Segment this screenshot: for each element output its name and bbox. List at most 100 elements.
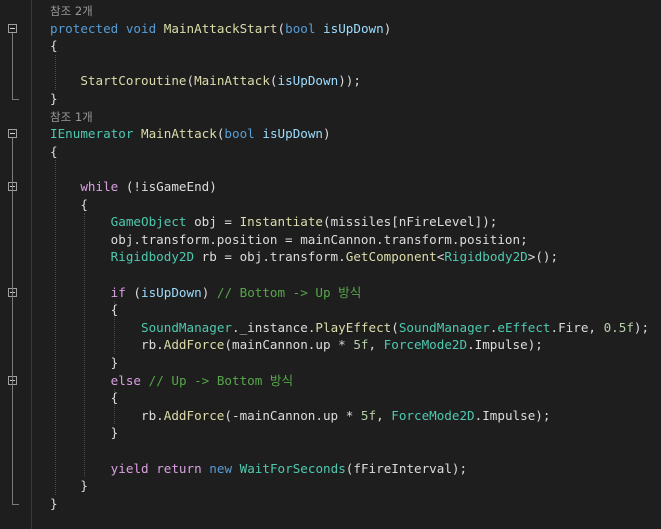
code-token: rb = obj.transform. [194, 249, 346, 265]
code-token: (mainCannon.up * [224, 337, 354, 353]
code-token: 5f [353, 337, 369, 353]
code-token: ); [633, 319, 650, 335]
code-token: )); [338, 73, 361, 89]
code-token: isUpDown [262, 126, 324, 142]
code-token: .Fire, [550, 319, 604, 335]
code-line: if (isUpDown) // Bottom -> Up 방식 [50, 284, 362, 302]
fold-end-mark [12, 503, 19, 505]
code-token: MainAttack [141, 126, 217, 142]
code-token: 5f [360, 407, 377, 423]
code-token: } [50, 355, 119, 370]
code-token: StartCoroutine [80, 73, 187, 89]
code-line: while (!isGameEnd) [50, 178, 217, 196]
fold-end-mark [12, 99, 19, 100]
code-token: { [50, 302, 119, 318]
code-token: void [125, 20, 157, 36]
code-line: { [50, 37, 58, 55]
code-token: AddForce [163, 407, 225, 423]
code-token: Rigidbody2D [444, 249, 528, 265]
code-token: .Impulse); [467, 337, 543, 353]
code-line: IEnumerator MainAttack(bool isUpDown) [50, 125, 331, 143]
code-line: } [50, 90, 58, 108]
code-token: ( [186, 73, 195, 89]
code-token: (missiles[nFireLevel]); [322, 214, 498, 230]
code-token: else [110, 372, 142, 388]
code-token: GetComponent [345, 249, 437, 265]
code-token: } [50, 478, 88, 494]
code-line: { [50, 301, 119, 319]
code-token: Instantiate [239, 214, 323, 230]
code-token: PlayEffect [315, 319, 392, 335]
code-token: WaitForSeconds [239, 460, 346, 476]
code-token: ) [201, 284, 217, 300]
code-line: } [50, 424, 119, 442]
code-token: { [50, 196, 88, 212]
code-token: { [50, 390, 119, 406]
code-line: yield return new WaitForSeconds(fFireInt… [50, 460, 467, 478]
code-token: isUpDown [141, 284, 202, 300]
code-token: } [50, 495, 58, 511]
code-token: rb. [50, 337, 164, 353]
code-token: MainAttack [194, 73, 270, 89]
fold-region-line [12, 32, 13, 99]
code-token: (-mainCannon.up * [224, 407, 361, 423]
code-token: 0.5f [603, 319, 634, 335]
code-token: obj.transform.position = mainCannon.tran… [50, 231, 528, 247]
code-token: return [156, 460, 202, 476]
code-token: SoundManager [141, 319, 232, 335]
code-token: ForceMode2D [383, 337, 468, 353]
code-token: { [50, 38, 58, 54]
code-token: bool [224, 126, 255, 142]
code-token: ( [277, 20, 286, 36]
code-token: ( [269, 73, 278, 89]
code-token: isUpDown [323, 20, 384, 36]
code-token: (fFireInterval); [345, 460, 468, 476]
code-token: } [50, 91, 58, 106]
code-token: obj = [186, 214, 240, 230]
code-token: yield [110, 460, 149, 476]
code-token: SoundManager [398, 319, 490, 335]
code-token: >(); [527, 249, 559, 265]
codelens-references[interactable]: 참조 1개 [50, 108, 93, 126]
code-line: StartCoroutine(MainAttack(isUpDown)); [50, 72, 361, 90]
code-line: { [50, 196, 88, 214]
code-editor[interactable]: 참조 2개 protected void MainAttackStart(bool… [0, 0, 661, 529]
code-line: SoundManager._instance.PlayEffect(SoundM… [50, 319, 649, 337]
code-token: if [110, 284, 126, 300]
code-line: rb.AddForce(mainCannon.up * 5f, ForceMod… [50, 336, 543, 354]
code-line: } [50, 495, 58, 513]
code-token: GameObject [110, 214, 187, 230]
code-token: AddForce [163, 337, 225, 353]
code-line: Rigidbody2D rb = obj.transform.GetCompon… [50, 248, 558, 266]
code-line: else // Up -> Bottom 방식 [50, 372, 293, 390]
codelens-references[interactable]: 참조 2개 [50, 2, 93, 20]
collapse-toggle-icon[interactable] [8, 23, 17, 33]
code-line: GameObject obj = Instantiate(missiles[nF… [50, 213, 498, 231]
code-token: rb. [50, 407, 164, 423]
code-token: ) [383, 20, 392, 36]
code-token: , [376, 407, 392, 423]
code-line: rb.AddForce(-mainCannon.up * 5f, ForceMo… [50, 407, 550, 425]
code-token: // Bottom -> Up 방식 [216, 284, 362, 300]
code-token: ._instance. [232, 319, 316, 335]
code-token: ForceMode2D [391, 407, 475, 423]
code-line: obj.transform.position = mainCannon.tran… [50, 231, 528, 249]
code-token: new [209, 460, 233, 476]
code-token: .Impulse); [474, 407, 551, 423]
collapse-toggle-icon[interactable] [8, 129, 17, 139]
code-token: bool [285, 20, 316, 36]
code-line: { [50, 389, 119, 407]
code-token: protected [50, 20, 119, 36]
fold-region-line [12, 138, 13, 504]
gutter-separator [31, 0, 32, 529]
code-token: { [50, 143, 58, 159]
